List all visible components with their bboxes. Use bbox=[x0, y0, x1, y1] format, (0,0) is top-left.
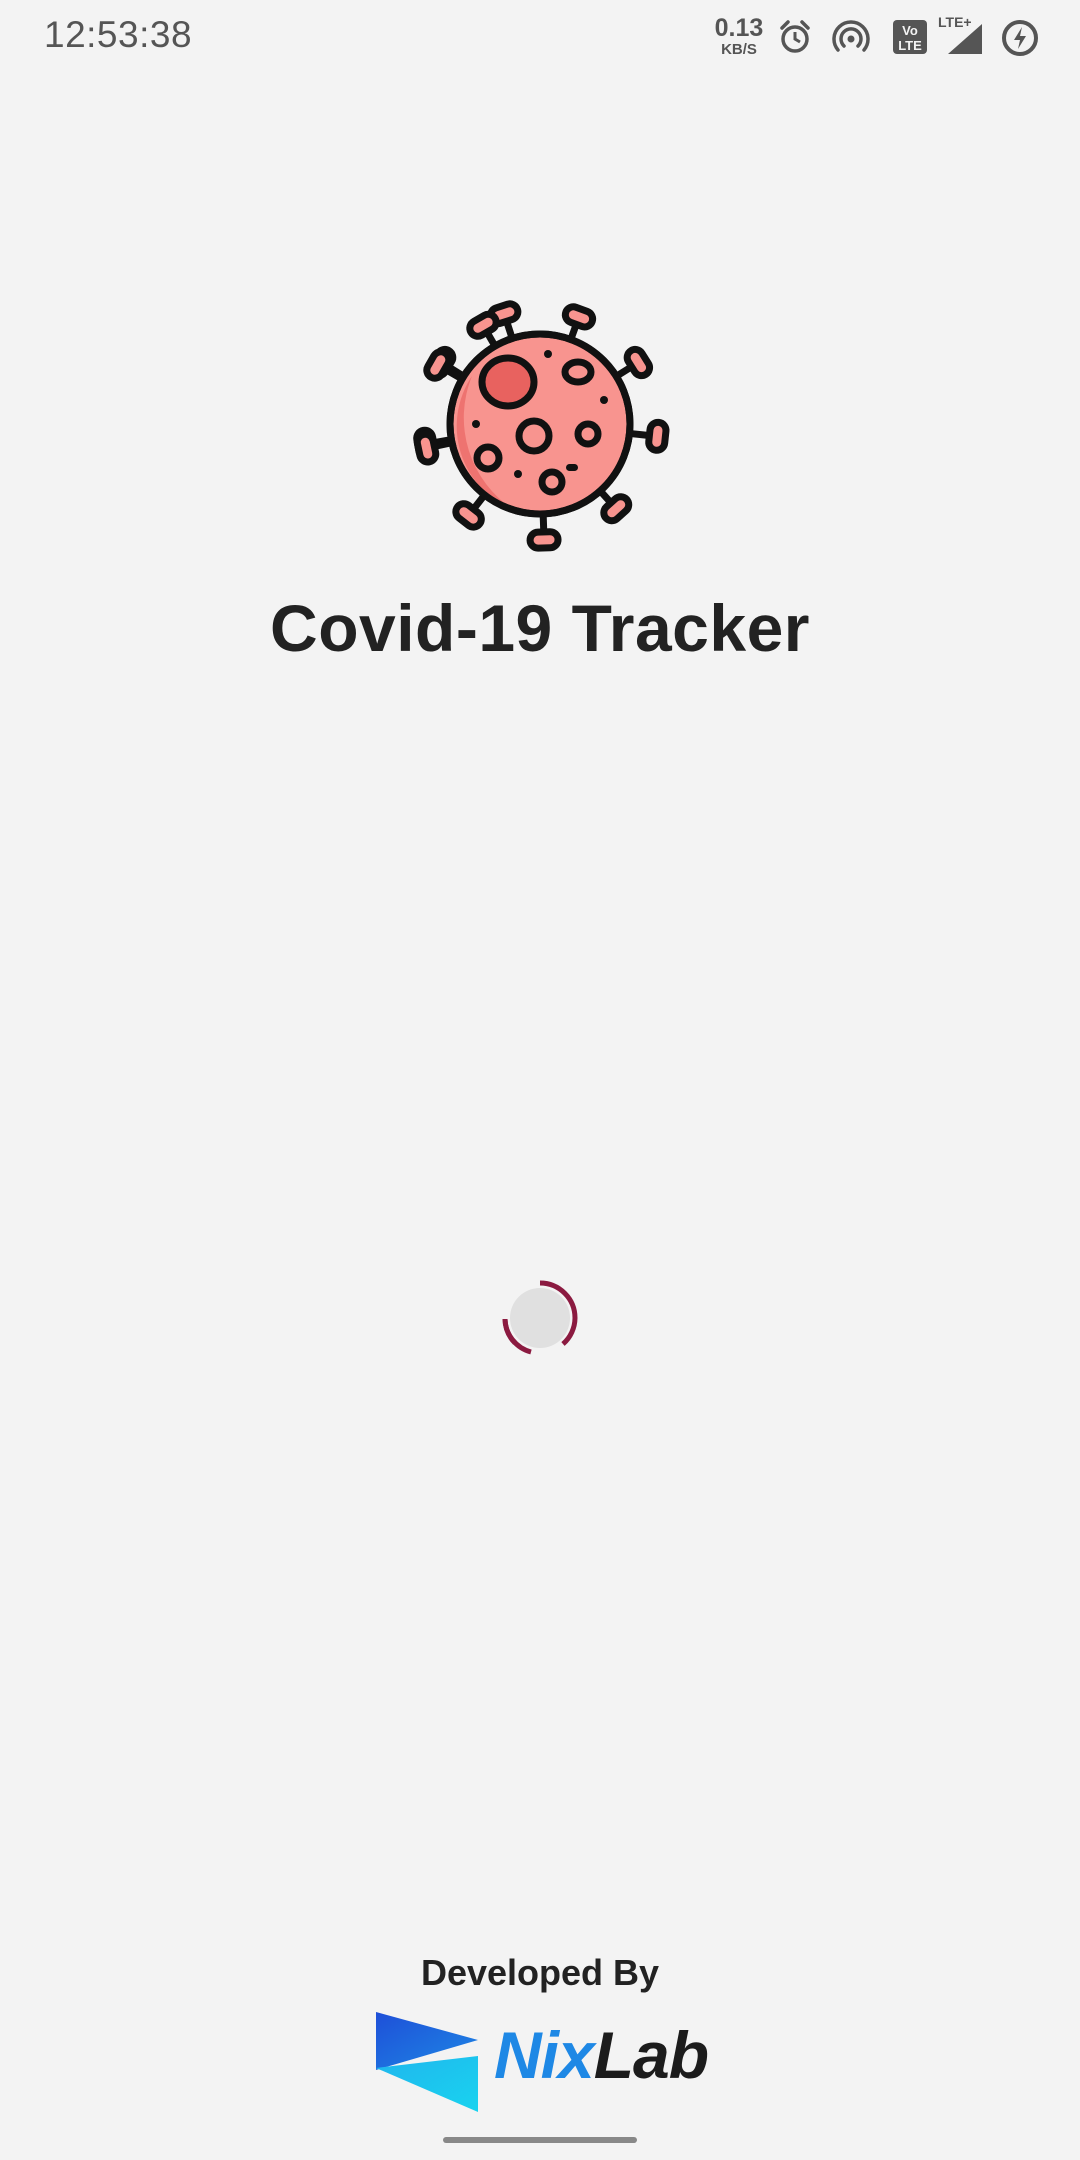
volte-icon: Vo LTE bbox=[893, 20, 927, 54]
svg-text:Vo: Vo bbox=[902, 23, 918, 38]
brand-prefix: Nix bbox=[494, 2018, 595, 2092]
status-time: 12:53:38 bbox=[44, 14, 193, 55]
brand-suffix: Lab bbox=[593, 2018, 709, 2092]
developed-by-label: Developed By bbox=[420, 1952, 660, 1993]
gesture-nav-handle[interactable] bbox=[443, 2137, 637, 2143]
signal-icon bbox=[948, 24, 982, 54]
nixlab-brand: NixLab bbox=[494, 2022, 709, 2088]
network-speed: 0.13 KB/S bbox=[712, 14, 766, 58]
nixlab-logo-icon bbox=[376, 2012, 478, 2112]
svg-text:LTE: LTE bbox=[898, 38, 922, 53]
network-speed-unit: KB/S bbox=[721, 41, 757, 58]
battery-saver-icon bbox=[1002, 20, 1038, 56]
status-bar: 12:53:38 0.13 KB/S Vo LTE LTE+ bbox=[0, 0, 1080, 76]
hotspot-icon bbox=[832, 20, 870, 52]
loading-spinner bbox=[502, 1280, 578, 1355]
app-title: Covid-19 Tracker bbox=[270, 591, 810, 665]
virus-icon bbox=[413, 300, 670, 552]
network-speed-value: 0.13 bbox=[714, 14, 764, 42]
alarm-icon bbox=[780, 20, 810, 53]
